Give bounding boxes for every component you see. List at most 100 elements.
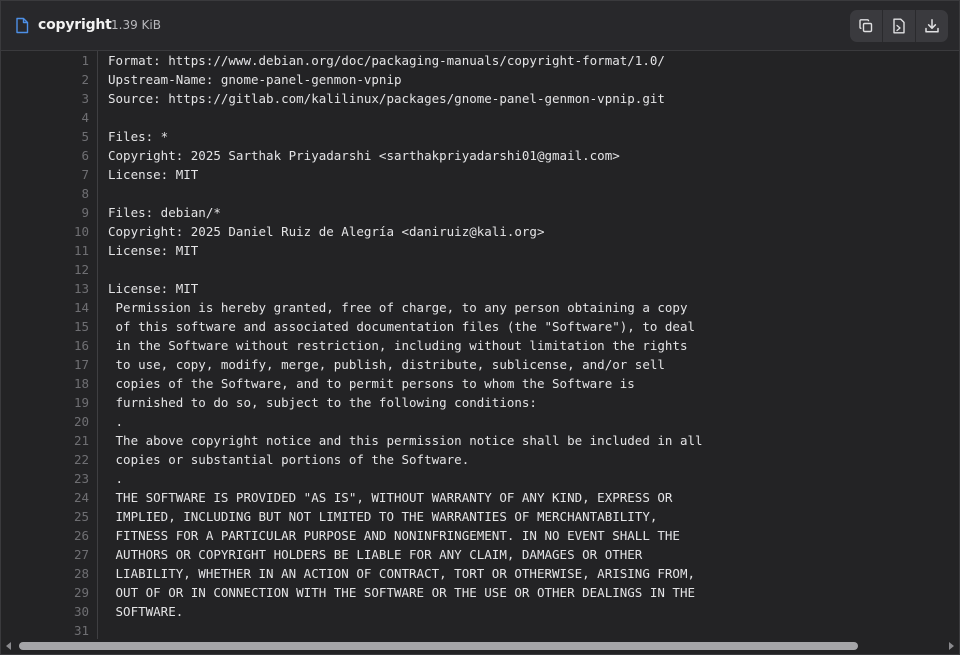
line-number: 13	[73, 281, 89, 296]
line-number: 25	[73, 509, 89, 524]
line-text: Permission is hereby granted, free of ch…	[108, 300, 688, 315]
code-line: 8	[1, 184, 959, 203]
line-number: 11	[73, 243, 89, 258]
line-text: Copyright: 2025 Sarthak Priyadarshi <sar…	[108, 148, 620, 163]
line-text: The above copyright notice and this perm…	[108, 433, 703, 448]
line-text: of this software and associated document…	[108, 319, 695, 334]
line-number: 23	[73, 471, 89, 486]
code-line: 17 to use, copy, modify, merge, publish,…	[1, 355, 959, 374]
scroll-left-arrow-icon[interactable]	[6, 642, 11, 650]
line-number: 21	[73, 433, 89, 448]
line-text: THE SOFTWARE IS PROVIDED "AS IS", WITHOU…	[108, 490, 673, 505]
code-line: 23 .	[1, 469, 959, 488]
code-content[interactable]: 1 Format: https://www.debian.org/doc/pack…	[1, 51, 959, 639]
line-text: Format: https://www.debian.org/doc/packa…	[108, 53, 665, 68]
line-text: in the Software without restriction, inc…	[108, 338, 688, 353]
line-number: 14	[73, 300, 89, 315]
code-line: 14 Permission is hereby granted, free of…	[1, 298, 959, 317]
line-text: copies or substantial portions of the So…	[108, 452, 470, 467]
code-line: 30 SOFTWARE.	[1, 602, 959, 621]
line-text: copies of the Software, and to permit pe…	[108, 376, 635, 391]
code-line: 15 of this software and associated docum…	[1, 317, 959, 336]
line-text: FITNESS FOR A PARTICULAR PURPOSE AND NON…	[108, 528, 680, 543]
line-number: 18	[73, 376, 89, 391]
line-number: 7	[81, 167, 89, 182]
line-number: 31	[73, 623, 89, 638]
code-line: 20 .	[1, 412, 959, 431]
line-text: AUTHORS OR COPYRIGHT HOLDERS BE LIABLE F…	[108, 547, 643, 562]
line-text: OUT OF OR IN CONNECTION WITH THE SOFTWAR…	[108, 585, 695, 600]
code-line: 16 in the Software without restriction, …	[1, 336, 959, 355]
line-number: 30	[73, 604, 89, 619]
code-line: 9 Files: debian/*	[1, 203, 959, 222]
line-number: 1	[81, 53, 89, 68]
download-button[interactable]	[915, 10, 948, 42]
code-line: 28 LIABILITY, WHETHER IN AN ACTION OF CO…	[1, 564, 959, 583]
code-line: 19 furnished to do so, subject to the fo…	[1, 393, 959, 412]
raw-file-icon	[891, 18, 907, 34]
line-number: 2	[81, 72, 89, 87]
code-line: 3 Source: https://gitlab.com/kalilinux/pa…	[1, 89, 959, 108]
line-number: 16	[73, 338, 89, 353]
scrollbar-thumb[interactable]	[19, 642, 858, 650]
code-line: 26 FITNESS FOR A PARTICULAR PURPOSE AND …	[1, 526, 959, 545]
code-line: 4	[1, 108, 959, 127]
line-number: 26	[73, 528, 89, 543]
line-text: License: MIT	[108, 243, 199, 258]
line-number: 24	[73, 490, 89, 505]
code-line: 18 copies of the Software, and to permit…	[1, 374, 959, 393]
line-number: 29	[73, 585, 89, 600]
file-header: copyright 1.39 KiB	[1, 1, 959, 51]
line-text: SOFTWARE.	[108, 604, 184, 619]
code-line: 7 License: MIT	[1, 165, 959, 184]
code-line: 13 License: MIT	[1, 279, 959, 298]
line-number: 12	[73, 262, 89, 277]
code-line: 10 Copyright: 2025 Daniel Ruiz de Alegría…	[1, 222, 959, 241]
line-number: 10	[73, 224, 89, 239]
code-line: 29 OUT OF OR IN CONNECTION WITH THE SOFT…	[1, 583, 959, 602]
code-line: 22 copies or substantial portions of the…	[1, 450, 959, 469]
line-text: License: MIT	[108, 167, 199, 182]
horizontal-scrollbar[interactable]	[1, 639, 959, 654]
line-text: Copyright: 2025 Daniel Ruiz de Alegría <…	[108, 224, 545, 239]
line-number: 3	[81, 91, 89, 106]
line-number: 28	[73, 566, 89, 581]
line-number: 17	[73, 357, 89, 372]
code-line: 1 Format: https://www.debian.org/doc/pack…	[1, 51, 959, 70]
line-number: 15	[73, 319, 89, 334]
code-line: 21 The above copyright notice and this p…	[1, 431, 959, 450]
line-text: .	[108, 414, 124, 429]
download-icon	[924, 18, 940, 34]
line-text: .	[108, 471, 124, 486]
line-text: License: MIT	[108, 281, 199, 296]
copy-icon	[858, 18, 874, 34]
line-number: 5	[81, 129, 89, 144]
raw-file-button[interactable]	[882, 10, 915, 42]
line-text: Files: debian/*	[108, 205, 221, 220]
line-text: to use, copy, modify, merge, publish, di…	[108, 357, 665, 372]
copy-button[interactable]	[850, 10, 882, 42]
scroll-right-arrow-icon[interactable]	[949, 642, 954, 650]
file-actions	[850, 10, 948, 42]
code-line: 31	[1, 621, 959, 639]
line-text: Source: https://gitlab.com/kalilinux/pac…	[108, 91, 665, 106]
code-line: 27 AUTHORS OR COPYRIGHT HOLDERS BE LIABL…	[1, 545, 959, 564]
line-number: 19	[73, 395, 89, 410]
code-line: 5 Files: *	[1, 127, 959, 146]
code-line: 11 License: MIT	[1, 241, 959, 260]
line-text: IMPLIED, INCLUDING BUT NOT LIMITED TO TH…	[108, 509, 658, 524]
line-text: LIABILITY, WHETHER IN AN ACTION OF CONTR…	[108, 566, 695, 581]
file-name: copyright	[38, 17, 112, 33]
line-number: 20	[73, 414, 89, 429]
code-line: 25 IMPLIED, INCLUDING BUT NOT LIMITED TO…	[1, 507, 959, 526]
code-line: 24 THE SOFTWARE IS PROVIDED "AS IS", WIT…	[1, 488, 959, 507]
line-number: 9	[81, 205, 89, 220]
line-number: 27	[73, 547, 89, 562]
file-icon	[15, 17, 29, 34]
line-number: 8	[81, 186, 89, 201]
line-text: Files: *	[108, 129, 169, 144]
line-text: furnished to do so, subject to the follo…	[108, 395, 537, 410]
line-number: 4	[81, 110, 89, 125]
file-size: 1.39 KiB	[111, 18, 161, 32]
line-text: Upstream-Name: gnome-panel-genmon-vpnip	[108, 72, 402, 87]
